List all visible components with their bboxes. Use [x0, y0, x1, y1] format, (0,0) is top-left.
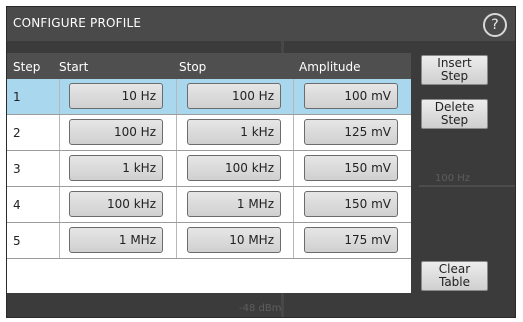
amplitude-field[interactable]: 150 mV [304, 155, 398, 181]
start-field[interactable]: 1 MHz [69, 227, 163, 253]
stop-field[interactable]: 100 kHz [187, 155, 281, 181]
profile-table: Step Start Stop Amplitude 1 10 Hz 100 Hz… [7, 53, 411, 293]
table-row[interactable]: 3 1 kHz 100 kHz 150 mV [7, 151, 411, 187]
insert-step-label-line2: Step [440, 69, 469, 83]
stop-field[interactable]: 100 Hz [187, 83, 281, 109]
start-field[interactable]: 1 kHz [69, 155, 163, 181]
dialog-title: CONFIGURE PROFILE [13, 16, 142, 30]
step-number: 3 [13, 162, 21, 176]
delete-step-label-line2: Step [440, 113, 469, 127]
configure-profile-dialog: 100 Hz -48 dBm CONFIGURE PROFILE ? Step … [6, 6, 516, 318]
question-circle-icon[interactable]: ? [483, 13, 507, 37]
header-amplitude: Amplitude [299, 60, 361, 74]
table-row[interactable]: 1 10 Hz 100 Hz 100 mV [7, 79, 411, 115]
start-field[interactable]: 10 Hz [69, 83, 163, 109]
delete-step-button[interactable]: Delete Step [421, 99, 488, 129]
header-stop: Stop [179, 60, 207, 74]
step-number: 1 [13, 90, 21, 104]
header-step: Step [13, 60, 41, 74]
start-field[interactable]: 100 Hz [69, 119, 163, 145]
step-number: 5 [13, 234, 21, 248]
stop-field[interactable]: 10 MHz [187, 227, 281, 253]
table-row[interactable]: 5 1 MHz 10 MHz 175 mV [7, 223, 411, 259]
start-field[interactable]: 100 kHz [69, 191, 163, 217]
amplitude-field[interactable]: 150 mV [304, 191, 398, 217]
table-header: Step Start Stop Amplitude [7, 53, 411, 79]
title-bar: CONFIGURE PROFILE ? [7, 7, 515, 41]
amplitude-field[interactable]: 100 mV [304, 83, 398, 109]
background-grid-line [419, 185, 515, 187]
amplitude-field[interactable]: 125 mV [304, 119, 398, 145]
stop-field[interactable]: 1 kHz [187, 119, 281, 145]
background-level-label: -48 dBm [239, 303, 282, 314]
background-freq-label: 100 Hz [435, 173, 471, 184]
clear-table-button[interactable]: Clear Table [421, 261, 488, 291]
amplitude-field[interactable]: 175 mV [304, 227, 398, 253]
insert-step-button[interactable]: Insert Step [421, 55, 488, 85]
table-row[interactable]: 4 100 kHz 1 MHz 150 mV [7, 187, 411, 223]
step-number: 2 [13, 126, 21, 140]
step-number: 4 [13, 198, 21, 212]
stop-field[interactable]: 1 MHz [187, 191, 281, 217]
clear-table-label-line2: Table [438, 275, 471, 289]
header-start: Start [59, 60, 89, 74]
table-row[interactable]: 2 100 Hz 1 kHz 125 mV [7, 115, 411, 151]
